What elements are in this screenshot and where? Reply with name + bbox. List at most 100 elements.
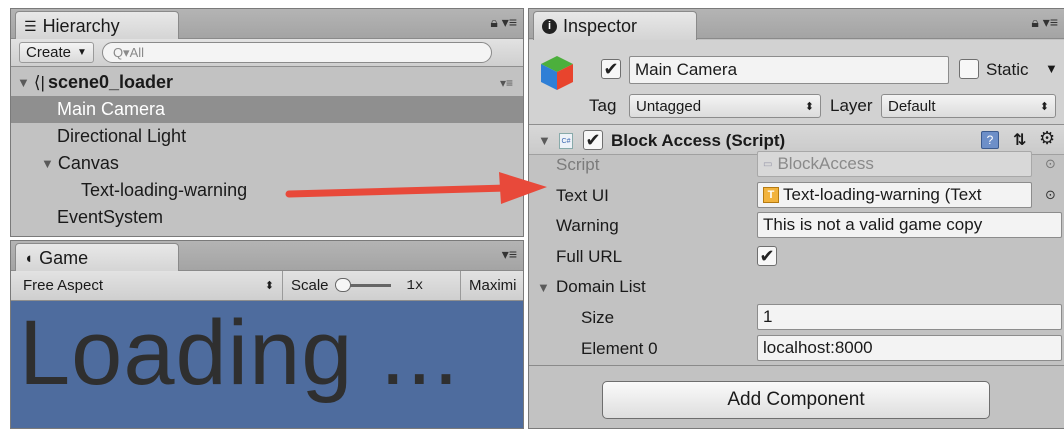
inspector-tabbar: i Inspector 🔒︎ ▾≡: [529, 9, 1064, 40]
list-item-label: Text-loading-warning: [81, 180, 248, 200]
domain-list-label: Domain List: [556, 277, 646, 296]
lock-icon[interactable]: 🔒︎: [1031, 14, 1038, 31]
component-foldout-icon[interactable]: ▼: [538, 133, 551, 148]
game-tab-controls: ▾≡: [502, 246, 517, 263]
list-item-label: Canvas: [57, 153, 119, 173]
inspector-tab-controls: 🔒︎ ▾≡: [1031, 14, 1058, 31]
preset-sliders-icon[interactable]: ⇅: [1013, 130, 1026, 150]
full-url-checkbox[interactable]: ✔: [757, 246, 777, 266]
inspector-panel: i Inspector 🔒︎ ▾≡ ✔ Main Camera Static ▼…: [528, 8, 1064, 429]
csharp-script-icon: C#: [559, 133, 573, 149]
tab-menu-icon[interactable]: ▾≡: [502, 246, 517, 263]
chevron-down-icon: ▼: [77, 47, 87, 58]
slider-thumb[interactable]: [334, 278, 351, 292]
unity-scene-icon: ⟨|: [33, 72, 45, 92]
expand-triangle-icon[interactable]: ▼: [41, 156, 54, 171]
list-item-label: EventSystem: [57, 207, 164, 227]
scene-menu-icon[interactable]: ▾≡: [500, 76, 513, 90]
scale-value: 1x: [406, 277, 424, 294]
element0-value: localhost:8000: [763, 338, 873, 357]
expand-triangle-icon[interactable]: ▼: [17, 75, 30, 90]
script-value: BlockAccess: [777, 154, 874, 173]
script-file-icon: ▭: [763, 158, 773, 170]
tab-menu-icon[interactable]: ▾≡: [1043, 14, 1058, 31]
list-item-label: Directional Light: [57, 126, 187, 146]
tab-hierarchy[interactable]: ☰ Hierarchy: [15, 11, 179, 40]
scale-slider[interactable]: Scale 1x: [291, 271, 461, 300]
aspect-label: Free Aspect: [23, 277, 104, 294]
full-url-label: Full URL: [556, 247, 623, 266]
maximize-toggle[interactable]: Maximi: [469, 271, 523, 300]
script-field: ▭ BlockAccess: [757, 151, 1032, 177]
loading-text: Loading ...: [19, 302, 460, 404]
layer-dropdown[interactable]: Default ⬍: [881, 94, 1056, 118]
lock-icon[interactable]: 🔒︎: [490, 14, 497, 31]
tab-inspector[interactable]: i Inspector: [533, 11, 697, 40]
tab-menu-icon[interactable]: ▾≡: [502, 14, 517, 31]
hierarchy-tab-label: Hierarchy: [42, 15, 120, 36]
active-checkbox[interactable]: ✔: [601, 59, 621, 79]
hierarchy-tabbar: ☰ Hierarchy 🔒︎ ▾≡: [11, 9, 523, 40]
element0-label: Element 0: [581, 339, 658, 358]
size-value: 1: [763, 307, 773, 326]
static-label: Static: [986, 60, 1029, 79]
tab-game[interactable]: ◖ Game: [15, 243, 179, 272]
create-label: Create: [26, 44, 72, 61]
layer-label: Layer: [830, 96, 873, 115]
scene-name: scene0_loader: [47, 72, 174, 92]
search-placeholder: Q▾All: [112, 44, 145, 60]
static-checkbox[interactable]: [959, 59, 979, 79]
list-icon: ☰: [24, 17, 37, 34]
inspector-header: ✔ Main Camera Static ▼ Tag Untagged ⬍ La…: [529, 40, 1064, 125]
component-enabled-checkbox[interactable]: ✔: [583, 130, 603, 150]
size-field[interactable]: 1: [757, 304, 1062, 330]
divider: [529, 365, 1064, 366]
game-view-canvas[interactable]: Loading ...: [11, 301, 523, 428]
warning-label: Warning: [556, 216, 619, 235]
search-input[interactable]: Q▾All: [101, 42, 492, 63]
add-component-button[interactable]: Add Component: [602, 381, 990, 419]
game-tabbar: ◖ Game ▾≡: [11, 241, 523, 272]
layer-value: Default: [888, 97, 936, 115]
game-panel: ◖ Game ▾≡ Free Aspect ⬍ Scale 1x Maximi …: [10, 240, 524, 429]
object-name-field[interactable]: Main Camera: [629, 56, 949, 84]
hierarchy-item-directional-light[interactable]: Directional Light: [11, 123, 523, 150]
object-picker-icon[interactable]: ⊙: [1045, 187, 1056, 203]
game-tab-label: Game: [39, 247, 89, 268]
slider-track[interactable]: [334, 278, 391, 292]
warning-field[interactable]: This is not a valid game copy: [757, 212, 1062, 238]
text-ui-label: Text UI: [556, 186, 609, 205]
maximize-label: Maximi: [469, 277, 517, 294]
text-component-icon: T: [763, 187, 779, 203]
updown-arrows-icon: ⬍: [264, 280, 274, 292]
inspector-tab-label: Inspector: [563, 15, 638, 36]
scale-label: Scale: [291, 277, 329, 294]
game-toolbar: Free Aspect ⬍ Scale 1x Maximi: [11, 271, 523, 301]
updown-arrows-icon: ⬍: [1039, 100, 1049, 113]
create-dropdown[interactable]: Create ▼: [19, 42, 94, 63]
annotation-arrow: [285, 172, 547, 204]
object-picker-icon[interactable]: ⊙: [1045, 156, 1056, 172]
updown-arrows-icon: ⬍: [804, 100, 814, 113]
tag-dropdown[interactable]: Untagged ⬍: [629, 94, 821, 118]
text-ui-field[interactable]: T Text-loading-warning (Text: [757, 182, 1032, 208]
gameobject-cube-icon: [541, 56, 573, 90]
script-label: Script: [556, 155, 600, 174]
scene-row[interactable]: ▼ ⟨| scene0_loader ▾≡: [11, 69, 523, 96]
gear-icon[interactable]: ⚙: [1039, 128, 1055, 149]
element0-field[interactable]: localhost:8000: [757, 335, 1062, 361]
info-icon: i: [542, 18, 557, 34]
object-name-value: Main Camera: [635, 60, 738, 79]
hierarchy-item-main-camera[interactable]: Main Camera: [11, 96, 523, 123]
list-item-label: Main Camera: [57, 99, 166, 119]
domain-list-foldout-icon[interactable]: ▼: [537, 280, 550, 295]
aspect-dropdown[interactable]: Free Aspect ⬍: [11, 271, 283, 300]
hierarchy-toolbar: Create ▼ Q▾All: [11, 39, 523, 67]
help-book-icon[interactable]: ?: [981, 131, 999, 149]
size-label: Size: [581, 308, 615, 327]
pacman-game-icon: ◖: [24, 249, 34, 267]
component-title: Block Access (Script): [611, 131, 786, 150]
text-ui-value: Text-loading-warning (Text: [783, 185, 982, 204]
add-component-label: Add Component: [727, 389, 865, 410]
static-dropdown-icon[interactable]: ▼: [1045, 61, 1058, 76]
